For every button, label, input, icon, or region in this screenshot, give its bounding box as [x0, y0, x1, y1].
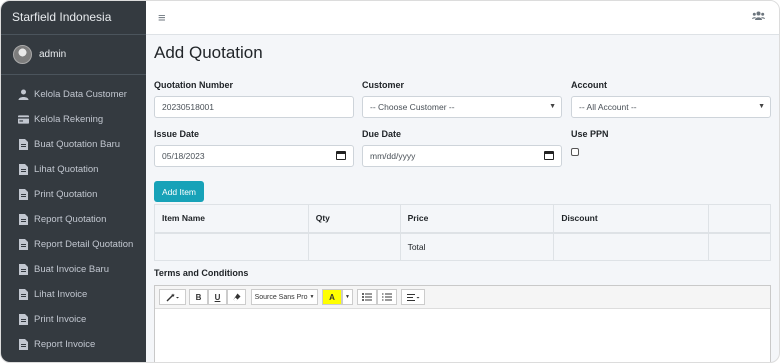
- items-table: Item Name Qty Price Discount Total: [154, 204, 771, 261]
- sidebar-item-label: Kelola Rekening: [34, 114, 104, 125]
- column-header-action: [708, 204, 771, 234]
- file-icon: [18, 289, 29, 301]
- quotation-number-value: 20230518001: [162, 102, 215, 112]
- add-item-button[interactable]: Add Item: [154, 181, 204, 202]
- sidebar-item-report-invoice[interactable]: Report Invoice: [1, 332, 146, 357]
- use-ppn-checkbox[interactable]: [571, 148, 579, 156]
- chevron-down-icon: ▼: [549, 103, 556, 110]
- sidebar: Starfield Indonesia admin Kelola Data Cu…: [1, 1, 146, 362]
- font-family-select[interactable]: Source Sans Pro ▼: [251, 289, 318, 305]
- sidebar-item-label: Lihat Quotation: [34, 164, 99, 175]
- sidebar-item-label: Print Quotation: [34, 189, 98, 200]
- file-icon: [18, 314, 29, 326]
- sidebar-item-lihat-quotation[interactable]: Lihat Quotation: [1, 157, 146, 182]
- editor-toolbar: B U Source Sans Pro ▼ A ▼: [155, 286, 770, 309]
- table-cell: [154, 232, 309, 261]
- issue-date-value: 05/18/2023: [162, 151, 205, 161]
- customer-select[interactable]: -- Choose Customer -- ▼: [362, 96, 562, 118]
- use-ppn-label: Use PPN: [571, 129, 609, 139]
- chevron-down-icon: ▼: [309, 294, 315, 300]
- page-title: Add Quotation: [154, 43, 263, 62]
- user-name: admin: [39, 49, 67, 60]
- main-content: Add Quotation Quotation Number 202305180…: [146, 35, 779, 362]
- quotation-number-input[interactable]: 20230518001: [154, 96, 354, 118]
- top-navbar: ≡: [146, 1, 779, 35]
- user-icon: [18, 89, 29, 101]
- sidebar-item-label: Report Invoice: [34, 339, 96, 350]
- table-cell: [307, 232, 401, 261]
- bold-button[interactable]: B: [189, 289, 208, 305]
- sidebar-nav: Kelola Data Customer Kelola Rekening Bua…: [1, 82, 146, 357]
- file-icon: [18, 214, 29, 226]
- file-icon: [18, 164, 29, 176]
- card-icon: [18, 114, 29, 126]
- issue-date-input[interactable]: 05/18/2023: [154, 145, 354, 167]
- users-icon[interactable]: [752, 11, 765, 23]
- file-icon: [18, 264, 29, 276]
- sidebar-item-lihat-invoice[interactable]: Lihat Invoice: [1, 282, 146, 307]
- chevron-down-icon[interactable]: ▼: [342, 289, 353, 305]
- sidebar-item-label: Print Invoice: [34, 314, 87, 325]
- table-cell: [553, 232, 710, 261]
- due-date-value: mm/dd/yyyy: [370, 151, 416, 161]
- file-icon: [18, 239, 29, 251]
- sidebar-item-report-quotation[interactable]: Report Quotation: [1, 207, 146, 232]
- font-family-value: Source Sans Pro: [254, 293, 308, 301]
- menu-toggle-icon[interactable]: ≡: [158, 10, 166, 25]
- issue-date-label: Issue Date: [154, 129, 200, 139]
- text-color-button[interactable]: A: [322, 289, 342, 305]
- table-row: Total: [154, 232, 771, 261]
- sidebar-item-print-invoice[interactable]: Print Invoice: [1, 307, 146, 332]
- terms-editor[interactable]: B U Source Sans Pro ▼ A ▼: [154, 285, 771, 362]
- align-icon[interactable]: [401, 289, 425, 305]
- user-panel[interactable]: admin: [1, 35, 146, 75]
- calendar-icon[interactable]: [336, 151, 346, 160]
- app-window: Starfield Indonesia admin Kelola Data Cu…: [0, 0, 780, 363]
- sidebar-item-label: Lihat Invoice: [34, 289, 88, 300]
- unordered-list-icon[interactable]: [357, 289, 377, 305]
- column-header-price: Price: [399, 204, 555, 234]
- underline-button[interactable]: U: [208, 289, 227, 305]
- ordered-list-icon[interactable]: [377, 289, 397, 305]
- sidebar-item-label: Report Detail Quotation: [34, 239, 134, 250]
- account-label: Account: [571, 80, 607, 90]
- column-header-item-name: Item Name: [154, 204, 309, 234]
- sidebar-item-kelola-data-customer[interactable]: Kelola Data Customer: [1, 82, 146, 107]
- calendar-icon[interactable]: [544, 151, 554, 160]
- table-header-row: Item Name Qty Price Discount: [154, 204, 771, 234]
- terms-label: Terms and Conditions: [154, 268, 249, 278]
- sidebar-item-label: Buat Invoice Baru: [34, 264, 109, 275]
- sidebar-item-label: Report Quotation: [34, 214, 107, 225]
- sidebar-item-print-quotation[interactable]: Print Quotation: [1, 182, 146, 207]
- file-icon: [18, 139, 29, 151]
- avatar: [13, 45, 32, 64]
- account-select-value: -- All Account --: [579, 102, 637, 112]
- column-header-qty: Qty: [307, 204, 401, 234]
- sidebar-item-buat-quotation-baru[interactable]: Buat Quotation Baru: [1, 132, 146, 157]
- sidebar-item-kelola-rekening[interactable]: Kelola Rekening: [1, 107, 146, 132]
- sidebar-item-label: Buat Quotation Baru: [34, 139, 121, 150]
- customer-label: Customer: [362, 80, 405, 90]
- customer-select-value: -- Choose Customer --: [370, 102, 455, 112]
- due-date-input[interactable]: mm/dd/yyyy: [362, 145, 562, 167]
- sidebar-item-buat-invoice-baru[interactable]: Buat Invoice Baru: [1, 257, 146, 282]
- sidebar-item-label: Kelola Data Customer: [34, 89, 127, 100]
- eraser-icon[interactable]: [227, 289, 246, 305]
- brand-title[interactable]: Starfield Indonesia: [1, 1, 146, 35]
- column-header-discount: Discount: [553, 204, 710, 234]
- account-select[interactable]: -- All Account -- ▼: [571, 96, 771, 118]
- magic-wand-icon[interactable]: [159, 289, 186, 305]
- due-date-label: Due Date: [362, 129, 402, 139]
- file-icon: [18, 339, 29, 351]
- total-label: Total: [399, 232, 555, 261]
- table-cell: [708, 232, 771, 261]
- chevron-down-icon: ▼: [758, 103, 765, 110]
- file-icon: [18, 189, 29, 201]
- sidebar-item-report-detail-quotation[interactable]: Report Detail Quotation: [1, 232, 146, 257]
- quotation-number-label: Quotation Number: [154, 80, 233, 90]
